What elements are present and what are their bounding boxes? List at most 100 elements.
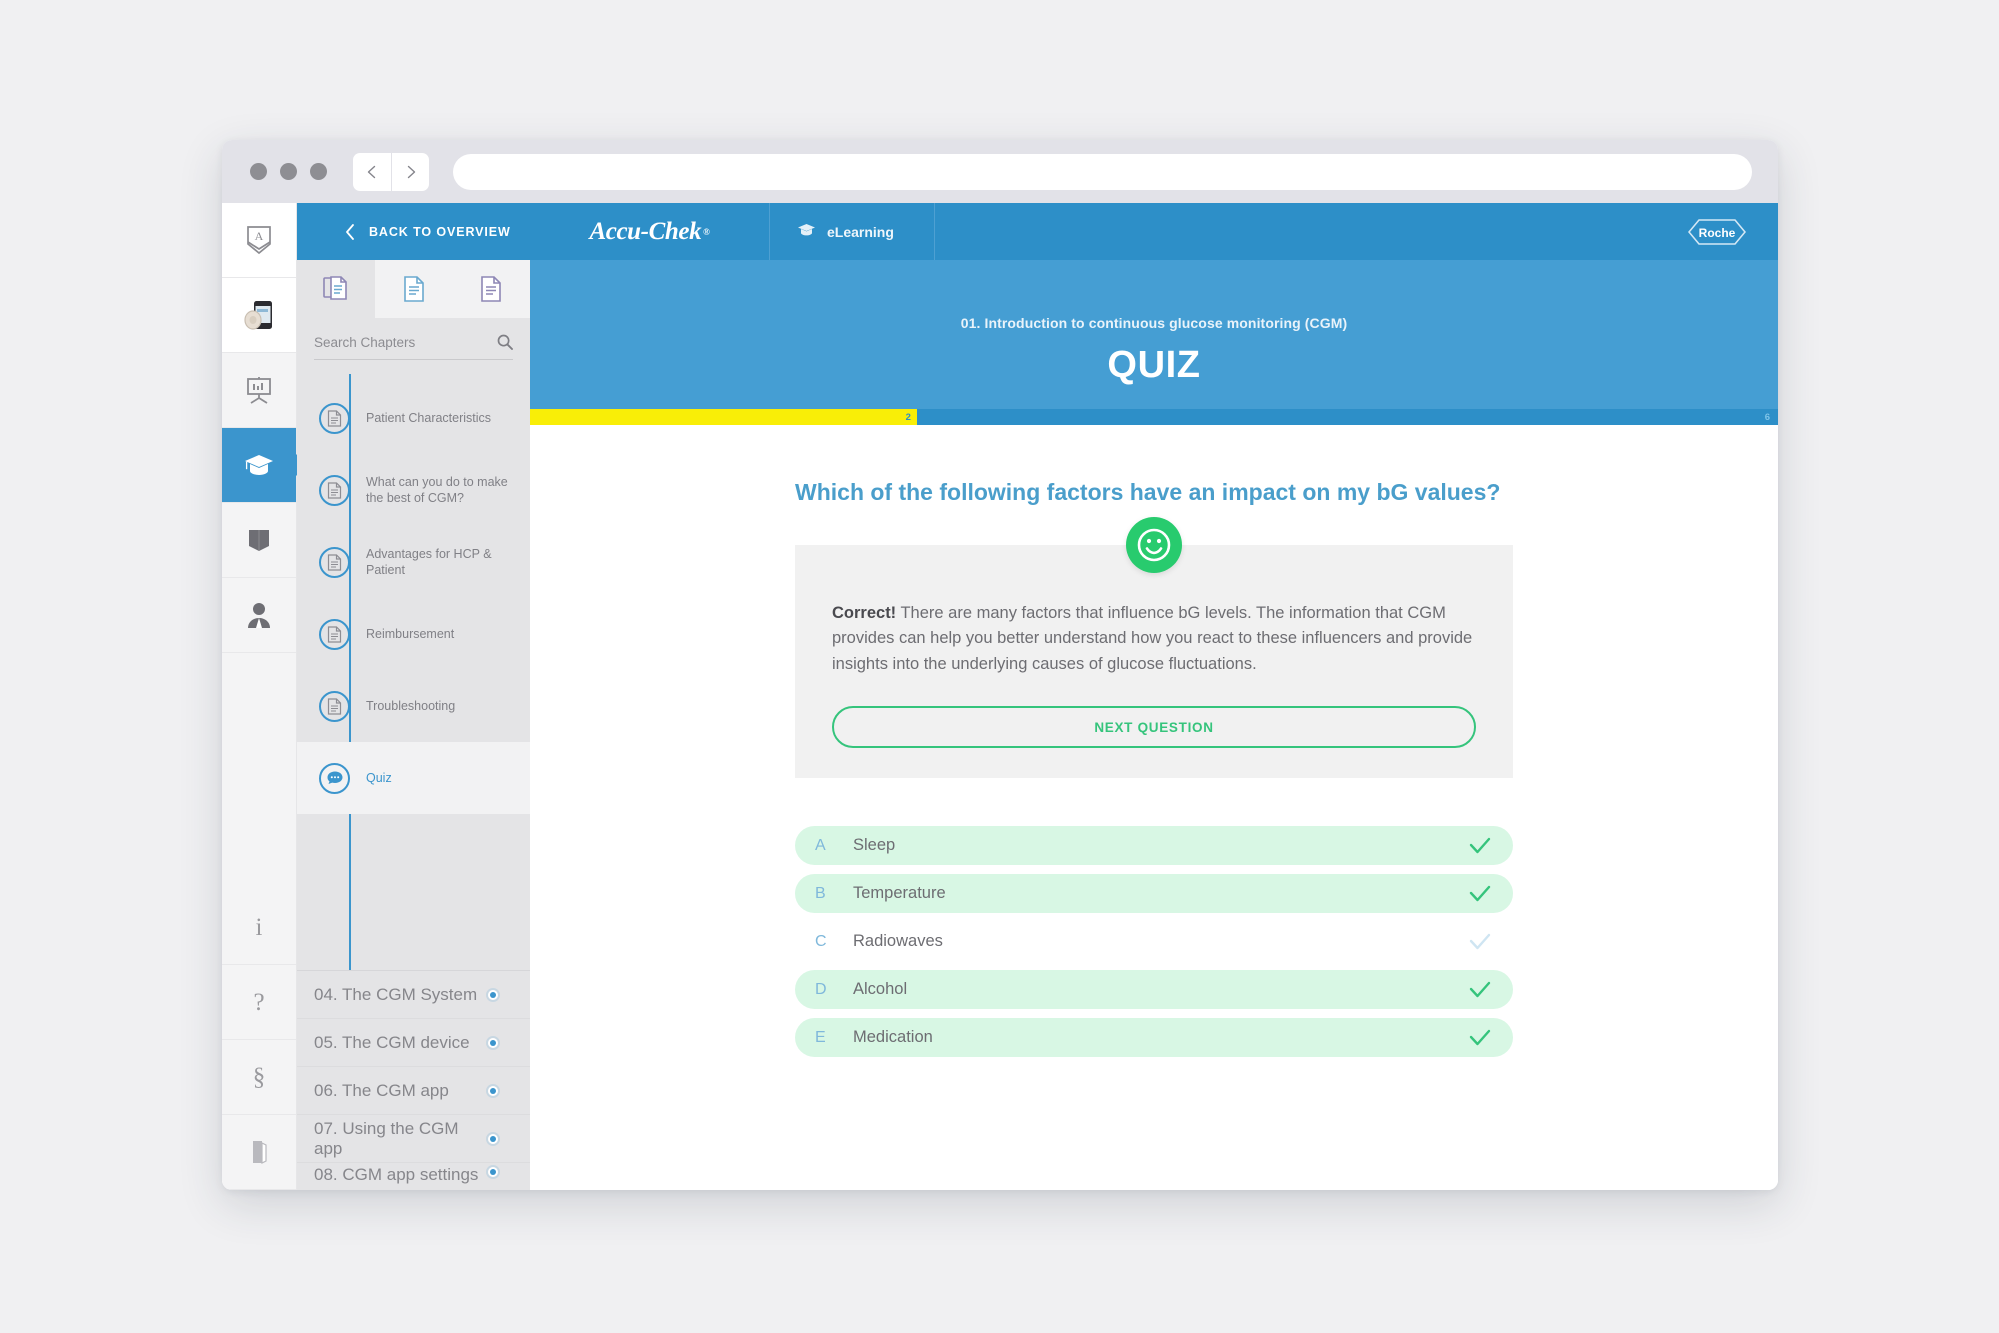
quiz-option-d[interactable]: D Alcohol — [795, 970, 1513, 1010]
chapter-step-advantages[interactable]: Advantages for HCP & Patient — [297, 526, 530, 598]
check-icon — [1469, 933, 1491, 951]
rail-item-elearning[interactable] — [222, 428, 296, 503]
document-icon — [319, 546, 350, 578]
chapter-radio[interactable] — [486, 1083, 500, 1098]
quiz-feedback-prefix: Correct! — [832, 603, 897, 622]
chapter-step-make-best-of-cgm[interactable]: What can you do to make the best of CGM? — [297, 454, 530, 526]
chapter-steps: Patient Characteristics What can you do … — [297, 360, 530, 970]
icon-rail: A i ? § — [222, 203, 297, 1190]
chapter-step-patient-characteristics[interactable]: Patient Characteristics — [297, 382, 530, 454]
exit-door-icon — [249, 1139, 269, 1165]
option-text: Sleep — [853, 836, 896, 855]
check-icon — [1469, 837, 1491, 855]
main-content: Accu-Chek ® eLearning Roche 01. Introduc… — [530, 203, 1778, 1190]
close-dot[interactable] — [250, 163, 267, 180]
chapter-radio[interactable] — [486, 987, 500, 1002]
chapter-row[interactable]: 08. CGM app settings — [297, 1162, 530, 1186]
quiz-bubble-icon — [319, 762, 350, 794]
next-question-button[interactable]: NEXT QUESTION — [832, 706, 1476, 749]
rail-item-device[interactable] — [222, 278, 296, 353]
smiley-face-icon — [1126, 516, 1182, 573]
elearning-label: eLearning — [827, 223, 894, 240]
header-spacer — [935, 203, 1688, 260]
document-icon — [319, 402, 350, 434]
chapter-radio[interactable] — [486, 1165, 500, 1179]
presentation-board-icon — [244, 375, 274, 405]
rail-item-badge[interactable]: A — [222, 203, 296, 278]
option-text: Radiowaves — [853, 932, 943, 951]
quiz-option-b[interactable]: B Temperature — [795, 874, 1513, 914]
document-icon — [403, 276, 425, 302]
roche-logo: Roche — [1688, 203, 1778, 260]
page-title: QUIZ — [1107, 344, 1201, 386]
chapter-list: 04. The CGM System 05. The CGM device 06… — [297, 970, 530, 1190]
window-controls[interactable] — [250, 163, 327, 180]
search-chapters-input[interactable] — [314, 334, 497, 350]
graduation-cap-icon — [797, 222, 816, 241]
book-icon — [245, 526, 273, 554]
maximize-dot[interactable] — [310, 163, 327, 180]
search-icon[interactable] — [497, 334, 513, 350]
chapter-step-label: Quiz — [366, 771, 392, 785]
rail-item-info[interactable]: i — [222, 890, 296, 965]
application-body: A i ? § BACK TO OVERVIEW Search Chapters… — [222, 203, 1778, 1190]
option-letter: D — [815, 980, 827, 998]
progress-total: 6 — [1764, 411, 1770, 423]
chapter-sidebar: BACK TO OVERVIEW Search Chapters Patient… — [297, 203, 530, 1190]
badge-a-icon: A — [244, 224, 274, 256]
rail-item-presentation[interactable] — [222, 353, 296, 428]
rail-item-exit[interactable] — [222, 1115, 296, 1190]
tab-all-documents[interactable] — [297, 260, 375, 318]
browser-chrome — [222, 140, 1778, 203]
quiz-option-a[interactable]: A Sleep — [795, 826, 1513, 866]
quiz-option-e[interactable]: E Medication — [795, 1018, 1513, 1058]
elearning-section[interactable]: eLearning — [770, 203, 935, 260]
chapter-label: 05. The CGM device — [314, 1032, 470, 1052]
progress-current: 2 — [905, 411, 911, 423]
rail-item-library[interactable] — [222, 503, 296, 578]
rail-item-profile[interactable] — [222, 578, 296, 653]
navigation-buttons[interactable] — [353, 152, 429, 191]
chapter-step-troubleshooting[interactable]: Troubleshooting — [297, 670, 530, 742]
chapter-row[interactable]: 05. The CGM device — [297, 1018, 530, 1066]
quiz-options: A Sleep B Temperature C Radiowaves D Alc… — [795, 826, 1513, 1058]
chapter-step-quiz[interactable]: Quiz — [297, 742, 530, 814]
quiz-hero: 01. Introduction to continuous glucose m… — [530, 260, 1778, 409]
chapter-row[interactable]: 06. The CGM app — [297, 1066, 530, 1114]
trademark-symbol: ® — [703, 226, 710, 237]
rail-item-help[interactable]: ? — [222, 965, 296, 1040]
quiz-feedback-body: There are many factors that influence bG… — [832, 603, 1473, 673]
search-row — [314, 334, 513, 360]
option-text: Temperature — [853, 884, 946, 903]
chapter-label: 08. CGM app settings — [314, 1165, 479, 1184]
document-icon — [319, 618, 350, 650]
quiz-option-c[interactable]: C Radiowaves — [795, 922, 1513, 962]
option-letter: C — [815, 932, 827, 950]
accu-chek-logo: Accu-Chek ® — [530, 203, 770, 260]
progress-fill: 2 — [530, 409, 917, 425]
chapter-row[interactable]: 07. Using the CGM app — [297, 1114, 530, 1162]
chapter-row[interactable]: 04. The CGM System — [297, 970, 530, 1018]
option-text: Medication — [853, 1028, 933, 1047]
chapter-label: 07. Using the CGM app — [314, 1118, 459, 1158]
person-icon — [245, 600, 273, 630]
chapter-label: 06. The CGM app — [314, 1080, 449, 1100]
minimize-dot[interactable] — [280, 163, 297, 180]
back-to-overview-button[interactable]: BACK TO OVERVIEW — [297, 203, 530, 260]
sidebar-tabs — [297, 260, 530, 318]
tab-document[interactable] — [375, 260, 453, 318]
quiz-inner: Which of the following factors have an i… — [795, 477, 1513, 1058]
address-bar[interactable] — [453, 153, 1752, 190]
help-icon: ? — [253, 988, 265, 1016]
chapter-step-reimbursement[interactable]: Reimbursement — [297, 598, 530, 670]
chapter-radio[interactable] — [486, 1131, 500, 1146]
svg-text:Roche: Roche — [1699, 226, 1736, 240]
option-letter: A — [815, 836, 826, 854]
forward-button[interactable] — [391, 152, 429, 191]
rail-item-legal[interactable]: § — [222, 1040, 296, 1115]
chapter-label: 04. The CGM System — [314, 984, 478, 1004]
back-button[interactable] — [353, 153, 391, 191]
tab-document-alt[interactable] — [452, 260, 530, 318]
chapter-radio[interactable] — [486, 1035, 500, 1050]
chapter-step-label: Advantages for HCP & Patient — [366, 547, 492, 577]
